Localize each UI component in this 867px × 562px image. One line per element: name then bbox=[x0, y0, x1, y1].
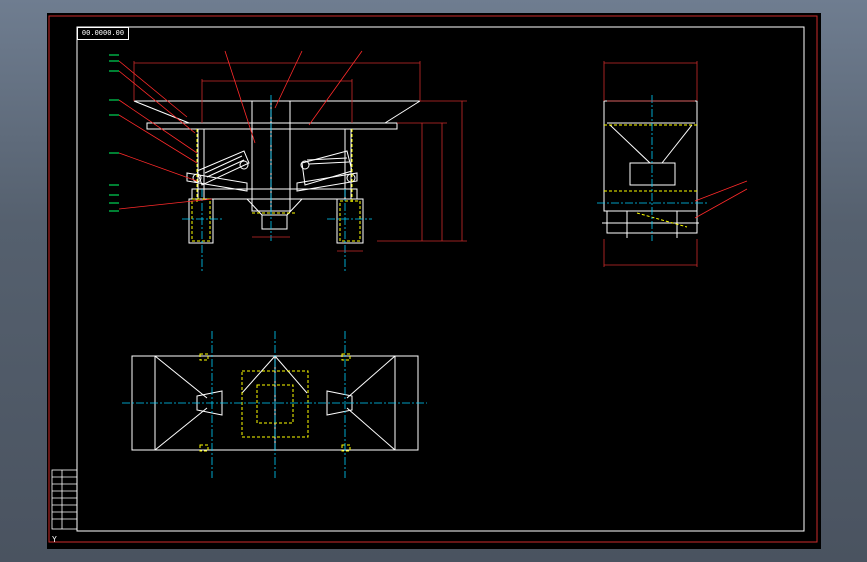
side-view-centerlines bbox=[597, 95, 707, 241]
revision-table bbox=[51, 469, 78, 530]
side-view-leaders bbox=[694, 180, 748, 219]
inner-frame bbox=[76, 26, 805, 532]
front-view-leaders bbox=[118, 50, 363, 210]
cad-viewport[interactable]: 00.0000.00 Y bbox=[47, 13, 821, 549]
drawing-canvas bbox=[48, 15, 818, 543]
front-view[interactable] bbox=[133, 100, 421, 244]
side-view-dimensions bbox=[603, 61, 698, 267]
outer-frame bbox=[48, 15, 818, 543]
front-view-dimensions bbox=[133, 61, 467, 252]
side-view-hidden-lines bbox=[604, 124, 697, 228]
front-view-callouts bbox=[109, 54, 119, 212]
drawing-title-tag: 00.0000.00 bbox=[77, 27, 129, 40]
ucs-axis-icon: Y bbox=[52, 535, 57, 544]
side-view[interactable] bbox=[602, 100, 699, 238]
